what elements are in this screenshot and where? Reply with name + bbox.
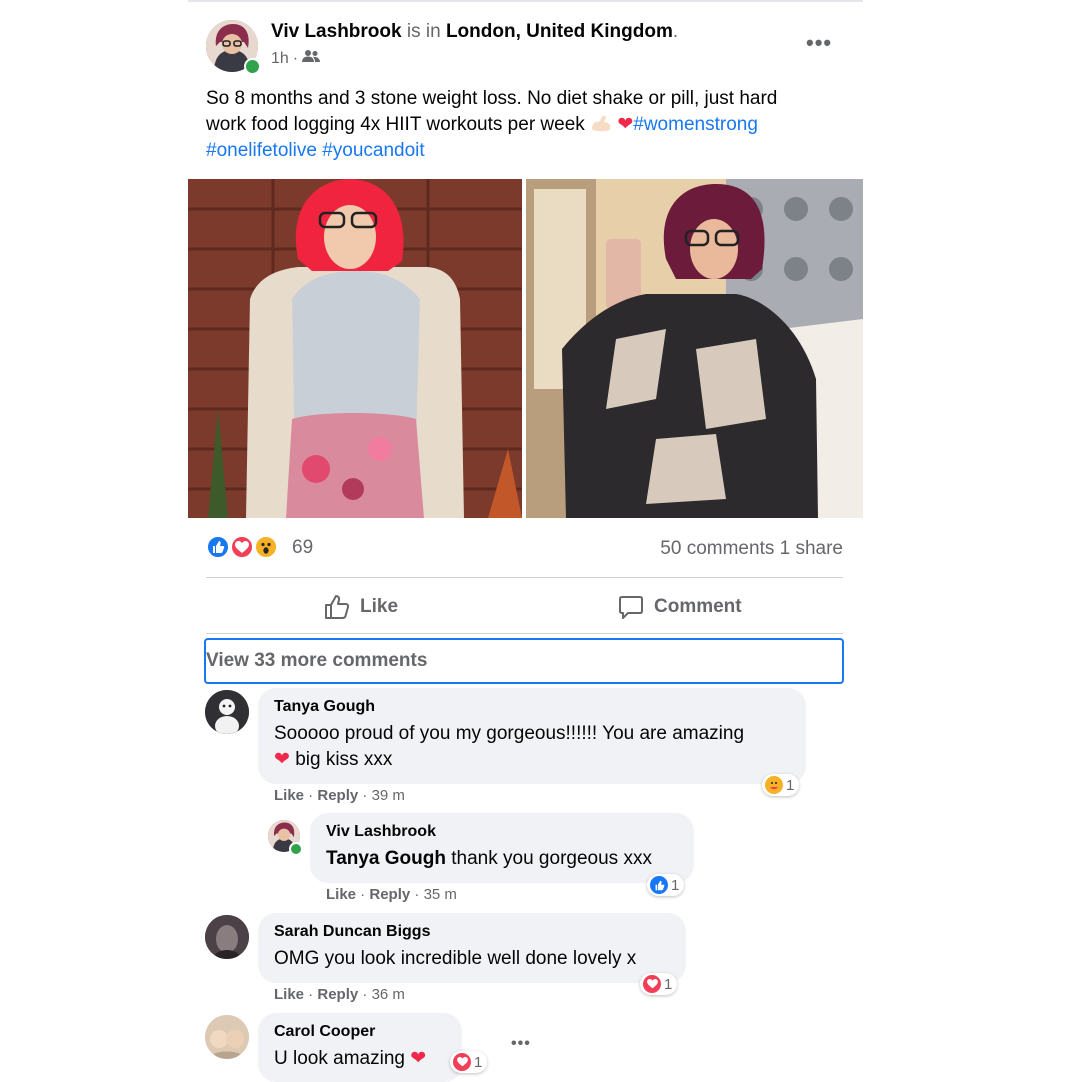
comment-reaction-badge[interactable]: 1	[647, 874, 685, 896]
is-in-text: is in	[406, 21, 441, 42]
comment-actions: Like · Reply · 35 m	[326, 886, 457, 903]
comment-text-body: U look amazing	[274, 1048, 405, 1069]
view-more-comments-button[interactable]: View 33 more comments	[204, 638, 844, 684]
hashtag-onelifetolive[interactable]: #onelifetolive	[206, 140, 317, 161]
comment-time[interactable]: 36 m	[372, 986, 405, 1003]
comment-reply-link[interactable]: Reply	[369, 886, 410, 903]
comment-reply-link[interactable]: Reply	[317, 787, 358, 804]
comment-bubble-carol: Carol Cooper U look amazing ❤	[258, 1013, 462, 1082]
hashtag-womenstrong[interactable]: #womenstrong	[633, 114, 758, 135]
wow-reaction-icon[interactable]	[254, 535, 278, 559]
comment-bubble-icon	[619, 596, 643, 619]
divider-bottom	[206, 633, 843, 634]
post-stats: 50 comments 1 share	[660, 538, 843, 560]
comment-button[interactable]: Comment	[618, 592, 742, 622]
comment-like-link[interactable]: Like	[326, 886, 356, 903]
commenter-avatar-sarah[interactable]	[205, 915, 249, 959]
comment-reaction-badge[interactable]: 1	[640, 973, 678, 995]
love-reaction-icon	[453, 1053, 471, 1071]
hashtag-youcandoit[interactable]: #youcandoit	[322, 140, 424, 161]
reaction-count[interactable]: 69	[292, 537, 313, 559]
commenter-name[interactable]: Tanya Gough	[274, 698, 790, 716]
commenter-avatar-carol[interactable]	[205, 1015, 249, 1059]
comment-like-link[interactable]: Like	[274, 787, 304, 804]
comment-reaction-badge[interactable]: 1	[762, 774, 800, 796]
reply-bubble-viv: Viv Lashbrook Tanya Gough thank you gorg…	[310, 813, 694, 883]
comment-text: Tanya Gough thank you gorgeous xxx	[326, 846, 678, 872]
commenter-name[interactable]: Viv Lashbrook	[326, 823, 678, 841]
commenter-name[interactable]: Carol Cooper	[274, 1023, 446, 1041]
after-photo[interactable]	[526, 179, 863, 518]
period: .	[672, 21, 679, 42]
author-name[interactable]: Viv Lashbrook	[271, 21, 402, 42]
friends-audience-icon[interactable]	[302, 49, 321, 68]
more-options-icon[interactable]: •••	[806, 30, 832, 56]
commenter-avatar-tanya[interactable]	[205, 690, 249, 734]
thumbs-up-icon	[325, 595, 350, 619]
post-text-line2: work food logging 4x HIIT workouts per w…	[206, 114, 585, 135]
comment-text-body: thank you gorgeous xxx	[451, 848, 652, 869]
comment-label: Comment	[654, 596, 742, 617]
comment-text: Sooooo proud of you my gorgeous!!!!!! Yo…	[274, 721, 790, 773]
meta-separator: ·	[292, 49, 299, 67]
post-card: Viv Lashbrook is in London, United Kingd…	[188, 0, 863, 1082]
online-status-dot	[244, 58, 261, 75]
reaction-count: 1	[786, 776, 795, 794]
comment-text: OMG you look incredible well done lovely…	[274, 948, 637, 969]
comment-time[interactable]: 39 m	[372, 787, 405, 804]
post-meta: 1h ·	[271, 49, 321, 68]
like-label: Like	[360, 596, 399, 617]
post-header: Viv Lashbrook is in London, United Kingd…	[271, 21, 678, 43]
mention-link[interactable]: Tanya Gough	[326, 848, 446, 869]
red-heart-emoji-icon: ❤	[617, 114, 634, 135]
love-reaction-icon	[643, 975, 661, 993]
post-body: So 8 months and 3 stone weight loss. No …	[206, 86, 846, 164]
comment-bubble-sarah: Sarah Duncan Biggs OMG you look incredib…	[258, 913, 686, 983]
reaction-count: 1	[671, 876, 680, 894]
like-button[interactable]: Like	[324, 592, 398, 622]
love-reaction-icon[interactable]	[230, 535, 254, 559]
comment-text-line1: Sooooo proud of you my gorgeous!!!!!! Yo…	[274, 723, 745, 744]
comment-actions: Like · Reply · 39 m	[274, 787, 405, 804]
comment-reply-link[interactable]: Reply	[317, 986, 358, 1003]
comment-more-options-icon[interactable]: •••	[511, 1035, 531, 1053]
location-link[interactable]: London, United Kingdom	[446, 21, 673, 42]
shares-count[interactable]: 1 share	[780, 538, 843, 559]
comment-bubble-tanya: Tanya Gough Sooooo proud of you my gorge…	[258, 688, 806, 784]
like-reaction-icon	[650, 876, 668, 894]
red-heart-emoji-icon: ❤	[274, 749, 290, 770]
divider-top	[206, 577, 843, 578]
comment-actions: Like · Reply · 36 m	[274, 986, 405, 1003]
comment-text-line2: big kiss xxx	[295, 749, 393, 770]
before-photo[interactable]	[188, 179, 522, 518]
post-text-line1: So 8 months and 3 stone weight loss. No …	[206, 88, 778, 109]
like-reaction-icon[interactable]	[206, 535, 230, 559]
comments-count[interactable]: 50 comments	[660, 538, 774, 559]
flexed-biceps-emoji-icon	[590, 114, 617, 135]
commenter-name[interactable]: Sarah Duncan Biggs	[274, 923, 670, 941]
post-time[interactable]: 1h	[271, 50, 289, 68]
comment-text: U look amazing ❤	[274, 1046, 446, 1072]
red-heart-emoji-icon: ❤	[410, 1048, 427, 1069]
reaction-count: 1	[474, 1053, 483, 1071]
care-reaction-icon	[765, 776, 783, 794]
comment-time[interactable]: 35 m	[424, 886, 457, 903]
comment-reaction-badge[interactable]: 1	[450, 1051, 488, 1073]
reaction-count: 1	[664, 975, 673, 993]
online-status-dot	[289, 842, 303, 856]
comment-like-link[interactable]: Like	[274, 986, 304, 1003]
